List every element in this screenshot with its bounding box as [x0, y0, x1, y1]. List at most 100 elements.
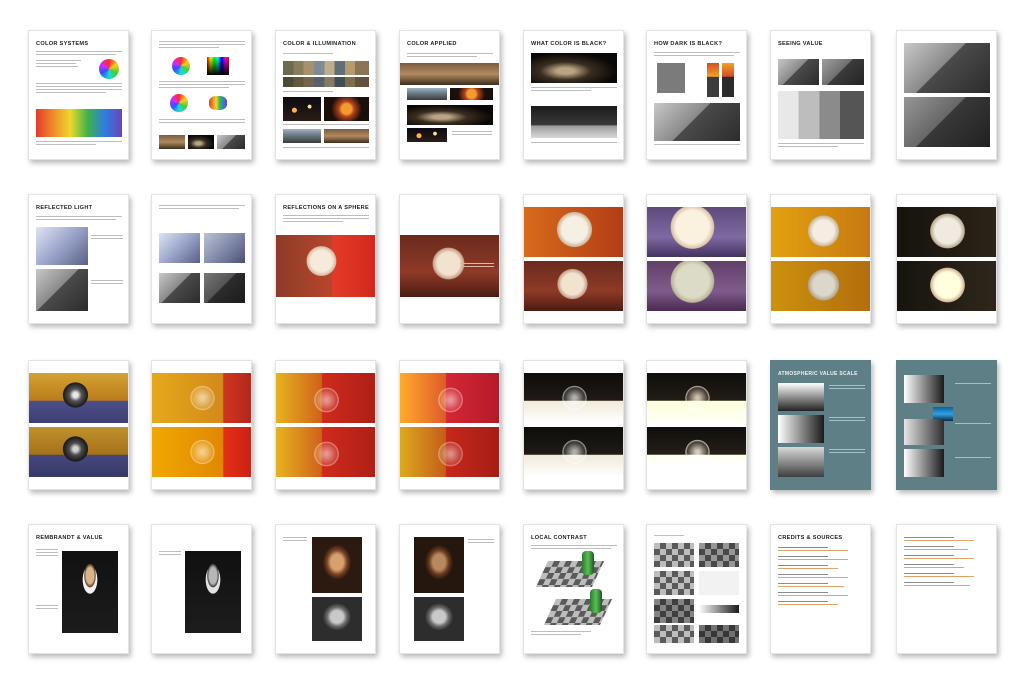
- text-line: [36, 555, 58, 556]
- checker-photo: [699, 625, 739, 643]
- page-seeing-value[interactable]: SEEING VALUE: [770, 30, 871, 160]
- text-line: [159, 84, 245, 85]
- page-title: COLOR APPLIED: [407, 41, 457, 47]
- text-line: [955, 383, 991, 384]
- checker-photo: [654, 625, 694, 643]
- text-line: [531, 631, 591, 632]
- page-title: REFLECTED LIGHT: [36, 205, 93, 211]
- page-value-percentages[interactable]: [151, 524, 252, 654]
- text-line: [283, 218, 369, 219]
- text-line: [904, 549, 968, 550]
- page-reflections-sphere[interactable]: REFLECTIONS ON A SPHERE: [275, 194, 376, 324]
- page-color-illumination[interactable]: COLOR & ILLUMINATION: [275, 30, 376, 160]
- text-line: [904, 564, 954, 565]
- sphere-photo: [647, 261, 746, 311]
- text-line: [778, 592, 828, 593]
- page-title: WHAT COLOR IS BLACK?: [531, 41, 607, 47]
- caption-line: [460, 266, 494, 267]
- page-glass-dark[interactable]: [523, 360, 624, 490]
- page-value-studies[interactable]: [896, 30, 997, 160]
- cmy-wheel-image: [170, 94, 188, 112]
- photo-wide: [407, 105, 493, 125]
- page-atmospheric-value-scale[interactable]: ATMOSPHERIC VALUE SCALE: [770, 360, 871, 490]
- page-glass-cream[interactable]: [646, 360, 747, 490]
- street-photo: [283, 129, 321, 143]
- page-title: REFLECTIONS ON A SPHERE: [283, 205, 370, 211]
- page-rembrandt-value[interactable]: REMBRANDT & VALUE: [28, 524, 129, 654]
- page-title: REMBRANDT & VALUE: [36, 535, 103, 541]
- sphere-photo: [897, 207, 996, 257]
- text-line: [468, 542, 494, 543]
- text-line: [91, 235, 123, 236]
- page-glass-red[interactable]: [275, 360, 376, 490]
- text-line: [468, 539, 494, 540]
- arch-photo: [904, 43, 990, 93]
- page-sphere-dark[interactable]: [896, 194, 997, 324]
- text-line: [36, 83, 122, 84]
- text-line: [904, 573, 954, 574]
- text-line: [91, 283, 123, 284]
- text-line: [904, 546, 954, 547]
- text-line: [654, 535, 684, 536]
- page-sphere-purple[interactable]: [646, 194, 747, 324]
- rembrandt-gray: [414, 597, 464, 641]
- dark-photo: [531, 53, 617, 83]
- page-sphere-yellow[interactable]: [770, 194, 871, 324]
- swatch-strip-image: [283, 61, 369, 75]
- page-local-contrast[interactable]: LOCAL CONTRAST: [523, 524, 624, 654]
- page-what-color-black[interactable]: WHAT COLOR IS BLACK?: [523, 30, 624, 160]
- page-glass-red-wall[interactable]: [399, 360, 500, 490]
- text-line: [159, 554, 181, 555]
- rembrandt-gray: [312, 597, 362, 641]
- text-line: [159, 87, 229, 88]
- gamut-image: [209, 96, 227, 110]
- text-line: [829, 417, 865, 418]
- page-color-applied[interactable]: COLOR APPLIED: [399, 30, 500, 160]
- page-sphere-red-wall[interactable]: [399, 194, 500, 324]
- glass-sphere-photo: [524, 373, 623, 423]
- glass-sphere-photo: [524, 427, 623, 477]
- page-glass-orange[interactable]: [151, 360, 252, 490]
- text-line: [955, 423, 991, 424]
- page-sphere-orange[interactable]: [523, 194, 624, 324]
- photo-thumb: [188, 135, 214, 149]
- reflected-cube-photo: [36, 269, 88, 311]
- wedge-image: [904, 419, 944, 445]
- boxes-photo: [654, 103, 740, 141]
- page-rembrandt-self-2[interactable]: [399, 524, 500, 654]
- page-reflected-cubes[interactable]: [151, 194, 252, 324]
- text-line: [159, 551, 181, 552]
- page-atmospheric-examples[interactable]: [896, 360, 997, 490]
- text-line: [36, 86, 122, 87]
- page-title: LOCAL CONTRAST: [531, 535, 587, 541]
- page-chrome-ball[interactable]: [28, 360, 129, 490]
- page-sources-continued[interactable]: [896, 524, 997, 654]
- text-line: [778, 586, 844, 587]
- page-title: COLOR SYSTEMS: [36, 41, 89, 47]
- sphere-photo: [276, 235, 375, 297]
- page-color-models[interactable]: [151, 30, 252, 160]
- page-how-dark-black[interactable]: HOW DARK IS BLACK?: [646, 30, 747, 160]
- page-rembrandt-self-1[interactable]: [275, 524, 376, 654]
- text-line: [778, 595, 848, 596]
- text-line: [36, 608, 58, 609]
- sphere-photo: [524, 261, 623, 311]
- glass-sphere-photo: [276, 373, 375, 423]
- text-line: [36, 144, 96, 145]
- swatch-strip-image: [283, 77, 369, 87]
- page-color-systems[interactable]: COLOR SYSTEMS: [28, 30, 129, 160]
- glass-sphere-photo: [276, 427, 375, 477]
- text-line: [778, 574, 828, 575]
- color-star-image: [99, 59, 119, 79]
- text-line: [778, 550, 848, 551]
- value-scale-image: [778, 415, 824, 443]
- text-line: [778, 556, 828, 557]
- page-credits-sources[interactable]: CREDITS & SOURCES: [770, 524, 871, 654]
- text-line: [91, 280, 123, 281]
- page-reflected-light[interactable]: REFLECTED LIGHT: [28, 194, 129, 324]
- text-line: [407, 56, 477, 57]
- text-line: [904, 576, 974, 577]
- text-line: [778, 559, 848, 560]
- page-contrast-experiments[interactable]: [646, 524, 747, 654]
- text-line: [36, 66, 78, 67]
